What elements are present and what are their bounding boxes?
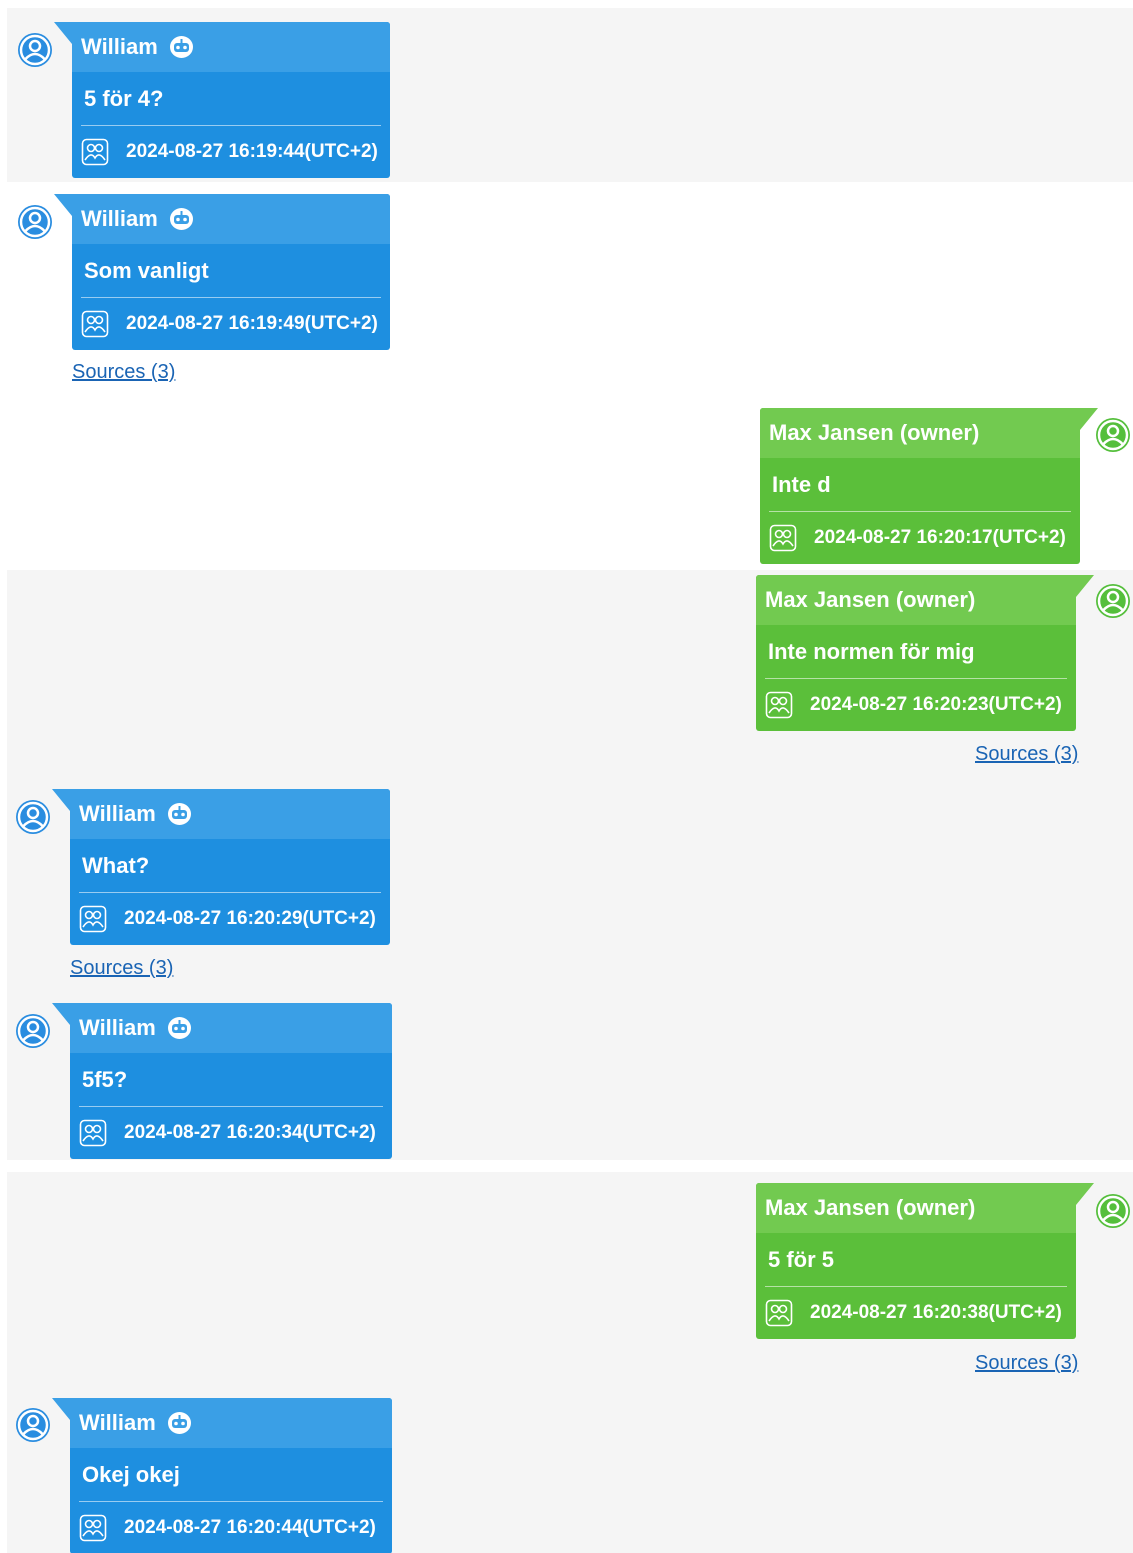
message-text: Okej okej: [82, 1461, 180, 1487]
group-icon: [81, 138, 109, 166]
sender-name: William: [81, 206, 158, 231]
user-circle-icon[interactable]: [16, 31, 54, 69]
user-circle-icon[interactable]: [1094, 416, 1132, 454]
sources-link[interactable]: Sources (3): [70, 957, 173, 980]
robot-icon: [169, 35, 194, 59]
bubble-tail: [52, 1003, 70, 1025]
message-timestamp: 2024-08-27 16:20:23(UTC+2): [810, 694, 1062, 715]
user-circle-icon[interactable]: [14, 798, 52, 836]
message-footer: 2024-08-27 16:19:44(UTC+2): [72, 126, 390, 178]
message-text: What?: [82, 852, 150, 878]
sender-name: William: [79, 1015, 156, 1040]
message-header: William: [72, 194, 390, 244]
message-text: 5 för 5: [768, 1246, 835, 1272]
message-timestamp: 2024-08-27 16:20:34(UTC+2): [124, 1122, 376, 1143]
group-icon: [79, 1514, 107, 1542]
bubble-tail: [54, 194, 72, 216]
message-footer: 2024-08-27 16:20:29(UTC+2): [70, 893, 390, 945]
user-circle-icon[interactable]: [1094, 1192, 1132, 1230]
message-bubble: William Som vanligt 2024-08-27 16:19:49(…: [54, 194, 390, 350]
user-circle-icon[interactable]: [14, 1012, 52, 1050]
message-timestamp: 2024-08-27 16:20:29(UTC+2): [124, 908, 376, 929]
message-bubble: William 5 för 4? 2024-08-27 16:19:44(UTC…: [54, 22, 390, 178]
robot-icon: [169, 207, 194, 231]
robot-icon: [167, 1411, 192, 1435]
bubble-tail: [52, 789, 70, 811]
message-bubble: Max Jansen (owner) Inte normen för mig 2…: [756, 575, 1094, 731]
message-header: William: [70, 1398, 392, 1448]
sources-link[interactable]: Sources (3): [975, 1352, 1078, 1375]
message-timestamp: 2024-08-27 16:20:38(UTC+2): [810, 1302, 1062, 1323]
user-circle-icon[interactable]: [16, 203, 54, 241]
bubble-tail: [1076, 575, 1094, 597]
message-text: Som vanligt: [84, 257, 209, 283]
sender-name: Max Jansen (owner): [765, 587, 976, 612]
user-circle-icon[interactable]: [14, 1406, 52, 1444]
message-bubble: Max Jansen (owner) Inte d 2024-08-27 16:…: [760, 408, 1098, 564]
message-timestamp: 2024-08-27 16:19:49(UTC+2): [126, 313, 378, 334]
bubble-tail: [1076, 1183, 1094, 1205]
group-icon: [765, 691, 793, 719]
message-header: William: [70, 789, 390, 839]
message-timestamp: 2024-08-27 16:20:44(UTC+2): [124, 1517, 376, 1538]
message-footer: 2024-08-27 16:20:44(UTC+2): [70, 1502, 392, 1553]
group-icon: [769, 524, 797, 552]
message-text: Inte d: [772, 471, 831, 497]
robot-icon: [167, 802, 192, 826]
sender-name: Max Jansen (owner): [769, 420, 980, 445]
message-text: Inte normen för mig: [768, 638, 975, 664]
message-header: Max Jansen (owner): [756, 1183, 1076, 1233]
message-bubble: William What? 2024-08-27 16:20:29(UTC+2): [52, 789, 390, 945]
group-icon: [79, 905, 107, 933]
group-icon: [79, 1119, 107, 1147]
sources-link[interactable]: Sources (3): [72, 361, 175, 384]
message-bubble: Max Jansen (owner) 5 för 5 2024-08-27 16…: [756, 1183, 1094, 1339]
user-circle-icon[interactable]: [1094, 582, 1132, 620]
message-text: 5f5?: [82, 1066, 128, 1092]
bubble-tail: [52, 1398, 70, 1420]
sender-name: Max Jansen (owner): [765, 1195, 976, 1220]
message-bubble: William Okej okej 2024-08-27 16:20:44(UT…: [52, 1398, 392, 1553]
message-header: William: [70, 1003, 392, 1053]
message-footer: 2024-08-27 16:20:34(UTC+2): [70, 1107, 392, 1159]
group-icon: [765, 1299, 793, 1327]
robot-icon: [167, 1016, 192, 1040]
message-header: Max Jansen (owner): [760, 408, 1080, 458]
message-header: William: [72, 22, 390, 72]
sender-name: William: [79, 801, 156, 826]
message-bubble: William 5f5? 2024-08-27 16:20:34(UTC+2): [52, 1003, 392, 1159]
sender-name: William: [81, 34, 158, 59]
sender-name: William: [79, 1410, 156, 1435]
message-footer: 2024-08-27 16:19:49(UTC+2): [72, 298, 390, 350]
message-footer: 2024-08-27 16:20:38(UTC+2): [756, 1287, 1076, 1339]
message-timestamp: 2024-08-27 16:19:44(UTC+2): [126, 141, 378, 162]
bubble-tail: [54, 22, 72, 44]
message-footer: 2024-08-27 16:20:23(UTC+2): [756, 679, 1076, 731]
group-icon: [81, 310, 109, 338]
message-footer: 2024-08-27 16:20:17(UTC+2): [760, 512, 1080, 564]
message-text: 5 för 4?: [84, 85, 164, 111]
message-header: Max Jansen (owner): [756, 575, 1076, 625]
sources-link[interactable]: Sources (3): [975, 743, 1078, 766]
message-timestamp: 2024-08-27 16:20:17(UTC+2): [814, 527, 1066, 548]
